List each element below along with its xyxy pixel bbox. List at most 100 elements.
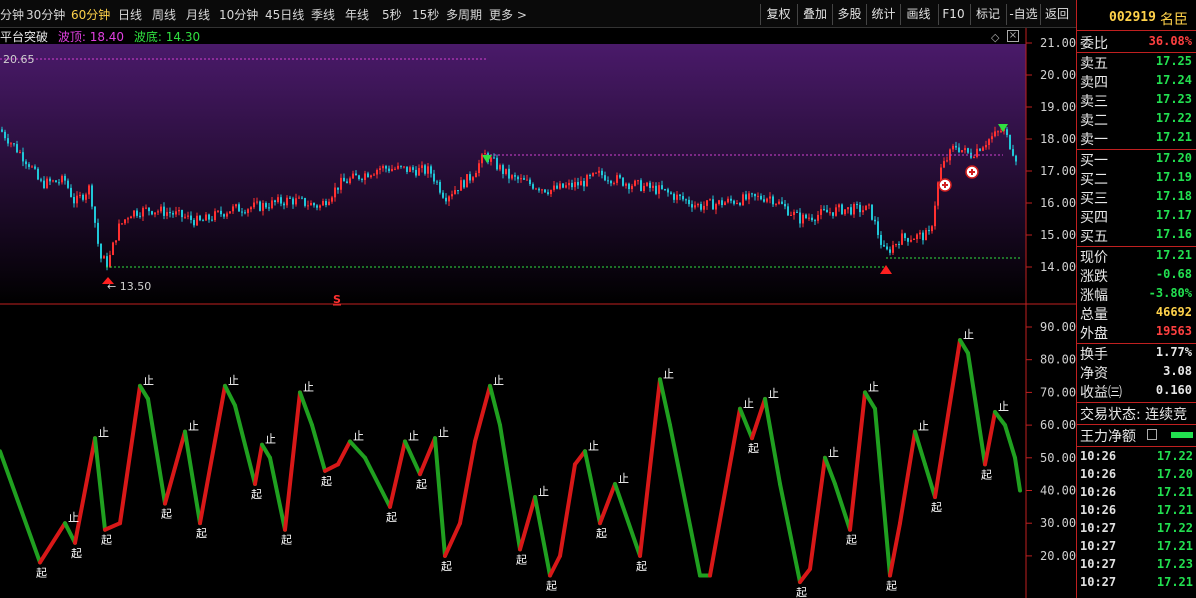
price-candle (796, 211, 798, 213)
price-axis-label: 18.00 (1040, 132, 1076, 146)
price-candle (889, 249, 891, 253)
price-candle (55, 180, 57, 183)
price-candle (772, 196, 774, 205)
price-candle (232, 206, 234, 212)
period-tab-12[interactable]: 多周期 (446, 6, 482, 23)
osc-segment (533, 495, 552, 578)
main-net-list-icon[interactable] (1147, 429, 1157, 440)
osc-segment (336, 439, 352, 467)
price-candle (265, 203, 267, 208)
price-candle (709, 199, 711, 201)
price-candle (490, 157, 492, 162)
period-tab-4[interactable]: 周线 (152, 6, 176, 23)
tick-time: 10:27 (1080, 521, 1117, 535)
price-candle (13, 143, 15, 145)
osc-segment (458, 439, 477, 526)
period-tab-2[interactable]: 60分钟 (71, 6, 110, 23)
osc-start-label: 起 (441, 560, 452, 573)
price-candle (625, 183, 627, 186)
price-candle (187, 215, 189, 217)
price-candle (298, 197, 300, 199)
osc-segment (873, 406, 892, 578)
tick-row: 10:26 17.21 (1077, 502, 1196, 520)
price-candle (61, 175, 63, 183)
period-tab-11[interactable]: 15秒 (412, 6, 439, 23)
toolbar-button-6[interactable]: 标记 (970, 4, 1005, 25)
ask-row-2-label: 卖二 (1080, 113, 1108, 129)
price-candle (370, 175, 372, 178)
ask-row-4: 卖四 17.24 (1077, 72, 1196, 91)
osc-segment (443, 521, 462, 558)
toolbar-button-7[interactable]: -自选 (1006, 4, 1040, 25)
period-tab-1[interactable]: 30分钟 (26, 6, 65, 23)
price-candle (64, 175, 66, 181)
period-tab-9[interactable]: 年线 (345, 6, 369, 23)
osc-start-label: 起 (196, 527, 207, 540)
price-candle (445, 197, 447, 202)
price-candle (649, 182, 651, 188)
price-axis-label: 15.00 (1040, 228, 1076, 242)
price-candle (583, 181, 585, 187)
toolbar-button-8[interactable]: 返回 (1040, 4, 1073, 25)
price-candle (406, 166, 408, 172)
osc-start-label: 起 (36, 566, 47, 579)
period-tab-0[interactable]: 分钟 (0, 6, 24, 23)
price-candle (547, 192, 549, 195)
period-tab-6[interactable]: 10分钟 (219, 6, 258, 23)
toolbar-button-4[interactable]: 画线 (900, 4, 936, 25)
price-candle (955, 145, 957, 148)
period-tab-8[interactable]: 季线 (311, 6, 335, 23)
bid-row-4-value: 17.17 (1155, 208, 1192, 222)
osc-segment (983, 410, 997, 467)
price-candle (703, 205, 705, 210)
price-candle (148, 207, 150, 212)
osc-stop-label: 止 (618, 472, 629, 485)
period-tab-3[interactable]: 日线 (118, 6, 142, 23)
toolbar-button-1[interactable]: 叠加 (797, 4, 832, 25)
price-candle (919, 232, 921, 235)
price-axis-label: 21.00 (1040, 36, 1076, 50)
price-candle (739, 203, 741, 206)
price-candle (526, 179, 528, 181)
ask-row-1-value: 17.21 (1155, 130, 1192, 144)
tick-row: 10:27 17.21 (1077, 538, 1196, 556)
osc-start-label: 起 (981, 468, 992, 481)
price-candle (1009, 134, 1011, 150)
price-candle (292, 198, 294, 205)
bid-row-3: 买三 17.18 (1077, 188, 1196, 207)
bid-row-5: 买五 17.16 (1077, 226, 1196, 245)
price-candle (10, 143, 12, 145)
price-candle (736, 203, 738, 205)
period-tab-7[interactable]: 45日线 (265, 6, 304, 23)
price-candle (661, 185, 663, 190)
toolbar-button-5[interactable]: F10 (938, 4, 968, 25)
price-candle (214, 211, 216, 221)
bid-row-1: 买一 17.20 (1077, 150, 1196, 169)
price-candle (58, 182, 60, 184)
toolbar-button-3[interactable]: 统计 (866, 4, 900, 25)
osc-segment (923, 462, 937, 500)
toolbar-button-0[interactable]: 复权 (760, 4, 796, 25)
price-candle (19, 152, 21, 154)
toolbar-button-2[interactable]: 多股 (832, 4, 866, 25)
osc-segment (403, 439, 422, 477)
osc-segment (38, 521, 67, 565)
price-chart[interactable]: 21.00 20.00 19.00 18.00 17.00 16.00 15.00 14.00… (0, 28, 1076, 598)
price-candle (307, 205, 309, 207)
tick-row: 10:26 17.22 (1077, 448, 1196, 466)
price-candle (886, 246, 888, 250)
price-candle (139, 215, 141, 217)
period-tab-5[interactable]: 月线 (186, 6, 210, 23)
price-candle (262, 203, 264, 211)
price-candle (580, 181, 582, 186)
price-candle (343, 177, 345, 182)
price-candle (310, 203, 312, 206)
period-tab-10[interactable]: 5秒 (382, 6, 402, 23)
price-candle (928, 230, 930, 232)
stat-row-4-label: 外盘 (1080, 326, 1108, 342)
osc-segment (583, 449, 602, 526)
price-candle (532, 184, 534, 189)
ask-row-5: 卖五 17.25 (1077, 53, 1196, 72)
osc-segment (808, 455, 827, 571)
period-tab-13[interactable]: 更多 > (489, 6, 527, 23)
